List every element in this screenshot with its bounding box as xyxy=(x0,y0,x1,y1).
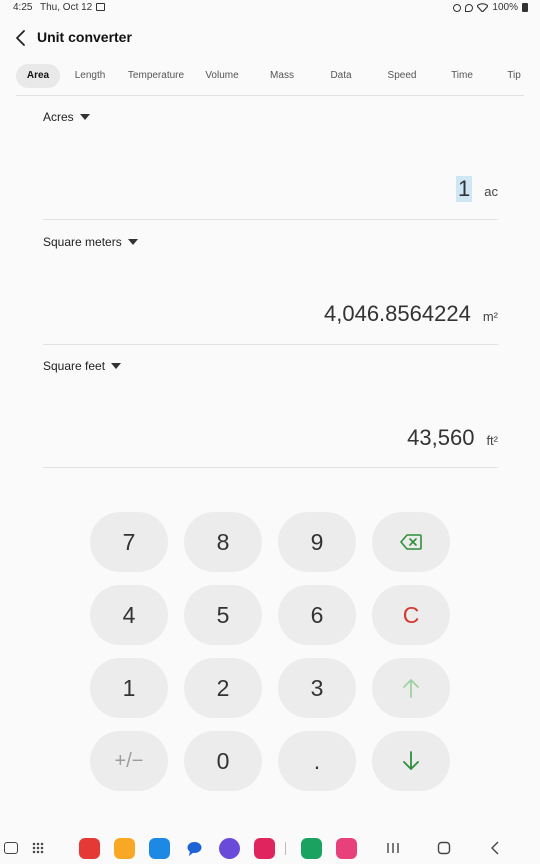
dropdown-caret-icon xyxy=(111,363,122,369)
wifi-icon xyxy=(477,3,489,12)
arrow-down-icon xyxy=(403,751,419,770)
backspace-button[interactable] xyxy=(372,512,450,572)
status-icons: 100% xyxy=(453,2,528,13)
tab-temperature[interactable]: Temperature xyxy=(124,64,188,88)
app-calendar-icon[interactable] xyxy=(149,838,170,859)
tab-time[interactable]: Time xyxy=(444,64,480,88)
key-7[interactable]: 7 xyxy=(90,512,168,572)
apps-grid-icon[interactable] xyxy=(32,842,44,854)
app-internet-icon[interactable] xyxy=(219,838,240,859)
alarm-icon xyxy=(453,3,462,12)
unit-value-field-3[interactable]: 43,560 ft² xyxy=(407,425,498,451)
key-9[interactable]: 9 xyxy=(278,512,356,572)
unit-divider xyxy=(43,219,498,220)
unit-value: 4,046.8564224 xyxy=(324,301,471,326)
tab-area[interactable]: Area xyxy=(16,64,60,88)
clear-button[interactable]: C xyxy=(372,585,450,645)
unit-dropdown-1[interactable]: Acres xyxy=(43,110,90,124)
unit-divider xyxy=(43,344,498,345)
nav-back-icon[interactable] xyxy=(489,841,501,855)
tab-length[interactable]: Length xyxy=(68,64,112,88)
battery-icon xyxy=(522,3,528,12)
app-messages-icon[interactable] xyxy=(184,838,205,859)
gallery-notification-icon xyxy=(96,3,105,11)
tab-data[interactable]: Data xyxy=(323,64,359,88)
key-2[interactable]: 2 xyxy=(184,658,262,718)
unit-divider xyxy=(43,467,498,468)
dropdown-caret-icon xyxy=(127,239,138,245)
unit-row-3: Square feet 43,560 ft² xyxy=(43,359,498,469)
unit-name: Acres xyxy=(43,110,74,124)
status-date: Thu, Oct 12 xyxy=(40,2,93,13)
app-camera-icon[interactable] xyxy=(254,838,275,859)
key-6[interactable]: 6 xyxy=(278,585,356,645)
key-5[interactable]: 5 xyxy=(184,585,262,645)
tabs-divider xyxy=(16,95,524,96)
tab-tip[interactable]: Tip xyxy=(502,64,526,88)
unit-value-field-2[interactable]: 4,046.8564224 m² xyxy=(324,301,498,327)
app-galaxy-store-icon[interactable] xyxy=(336,838,357,859)
move-up-button[interactable] xyxy=(372,658,450,718)
page-title: Unit converter xyxy=(37,29,132,45)
unit-value-field-1[interactable]: 1 ac xyxy=(456,176,498,202)
app-phone-icon[interactable] xyxy=(301,838,322,859)
back-icon[interactable] xyxy=(13,28,29,48)
unit-abbr: m² xyxy=(482,309,498,324)
backspace-icon xyxy=(400,534,422,550)
app-header: Unit converter xyxy=(0,26,540,50)
status-bar: 4:25 Thu, Oct 12 100% xyxy=(0,0,540,16)
unit-value: 1 xyxy=(456,176,473,202)
home-icon[interactable] xyxy=(437,841,451,855)
key-3[interactable]: 3 xyxy=(278,658,356,718)
unit-name: Square feet xyxy=(43,359,106,373)
status-time: 4:25 xyxy=(13,2,33,13)
unit-value: 43,560 xyxy=(407,425,475,450)
unit-row-2: Square meters 4,046.8564224 m² xyxy=(43,235,498,345)
taskbar xyxy=(0,832,540,864)
battery-percent: 100% xyxy=(492,2,518,13)
tab-mass[interactable]: Mass xyxy=(262,64,302,88)
taskbar-separator xyxy=(285,842,286,855)
key-1[interactable]: 1 xyxy=(90,658,168,718)
unit-dropdown-2[interactable]: Square meters xyxy=(43,235,138,249)
key-8[interactable]: 8 xyxy=(184,512,262,572)
recents-icon[interactable] xyxy=(386,842,400,854)
location-icon xyxy=(465,3,474,12)
tab-volume[interactable]: Volume xyxy=(199,64,245,88)
app-flipboard-icon[interactable] xyxy=(79,838,100,859)
key-4[interactable]: 4 xyxy=(90,585,168,645)
arrow-up-icon xyxy=(403,679,419,698)
dropdown-caret-icon xyxy=(79,114,90,120)
move-down-button[interactable] xyxy=(372,731,450,791)
plus-minus-button[interactable]: +/− xyxy=(90,731,168,791)
key-0[interactable]: 0 xyxy=(184,731,262,791)
decimal-button[interactable]: . xyxy=(278,731,356,791)
unit-row-1: Acres 1 ac xyxy=(43,110,498,220)
category-tabs: Area Length Temperature Volume Mass Data… xyxy=(0,64,540,88)
unit-abbr: ac xyxy=(484,184,498,199)
unit-abbr: ft² xyxy=(486,433,498,448)
screen-icon[interactable] xyxy=(4,842,18,854)
unit-dropdown-3[interactable]: Square feet xyxy=(43,359,122,373)
app-my-files-icon[interactable] xyxy=(114,838,135,859)
tab-speed[interactable]: Speed xyxy=(382,64,422,88)
unit-name: Square meters xyxy=(43,235,122,249)
